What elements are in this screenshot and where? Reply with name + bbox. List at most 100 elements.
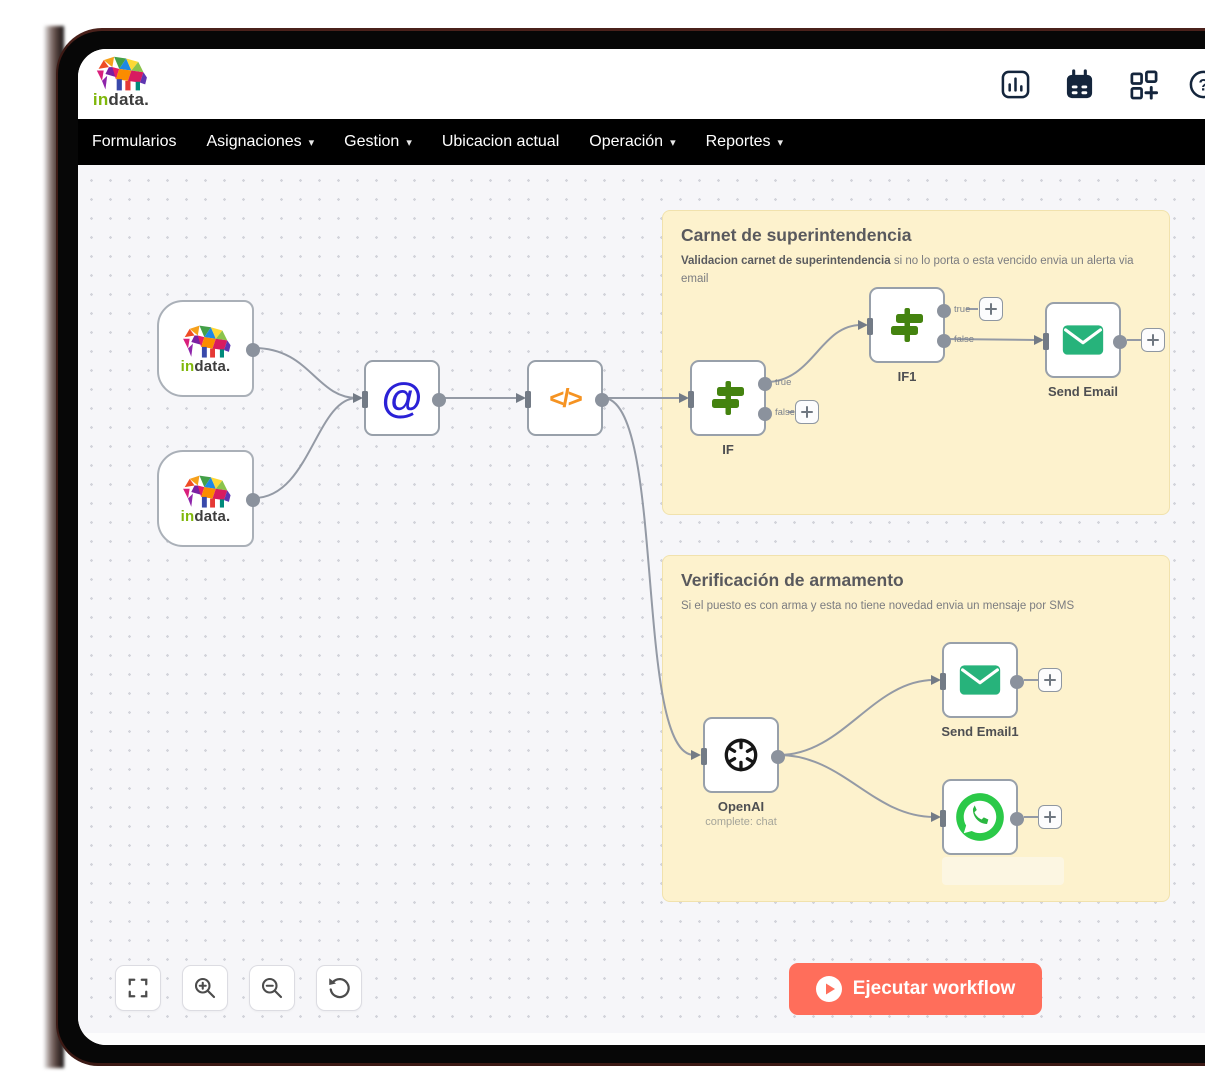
plus-icon — [1044, 811, 1056, 823]
calendar-icon[interactable] — [1064, 69, 1095, 100]
add-node-button[interactable] — [1038, 805, 1062, 829]
nav-item-operacion[interactable]: Operación▾ — [589, 133, 675, 151]
output-port[interactable] — [595, 393, 609, 407]
node-label-if: IF — [648, 442, 808, 457]
node-label-placeholder — [942, 857, 1064, 885]
node-label-if1: IF1 — [827, 369, 987, 384]
output-port[interactable] — [1113, 335, 1127, 349]
signpost-icon — [886, 304, 928, 346]
nav-item-reportes[interactable]: Reportes▾ — [706, 133, 783, 151]
chevron-down-icon: ▾ — [406, 136, 412, 149]
add-node-button[interactable] — [795, 400, 819, 424]
chevron-down-icon: ▾ — [670, 136, 676, 149]
add-node-button[interactable] — [1038, 668, 1062, 692]
output-port[interactable] — [771, 750, 785, 764]
elephant-logo-icon — [178, 324, 234, 360]
output-port-true[interactable] — [937, 304, 951, 318]
sticky-body: Validacion carnet de superintendencia si… — [681, 253, 1151, 289]
nav-item-ubicacion-actual[interactable]: Ubicacion actual — [442, 133, 559, 151]
code-icon: </> — [549, 383, 581, 414]
input-port[interactable] — [940, 810, 946, 827]
brand-logo: indata. — [86, 55, 156, 108]
port-label-true: true — [954, 304, 970, 315]
workflow-canvas[interactable]: Carnet de superintendencia Validacion ca… — [78, 165, 1205, 1033]
node-send-email1[interactable] — [942, 642, 1018, 718]
at-sign-icon: @ — [382, 377, 423, 419]
elephant-logo-icon — [92, 55, 150, 93]
nav-item-asignaciones[interactable]: Asignaciones▾ — [206, 133, 314, 151]
nav-item-gestion[interactable]: Gestion▾ — [344, 133, 412, 151]
trigger-wordmark: indata. — [181, 359, 231, 374]
input-port[interactable] — [940, 673, 946, 690]
main-nav: Formularios Asignaciones▾ Gestion▾ Ubica… — [78, 119, 1205, 165]
sticky-title: Carnet de superintendencia — [681, 225, 1151, 246]
node-if1[interactable] — [869, 287, 945, 363]
output-port-false[interactable] — [937, 334, 951, 348]
chevron-down-icon: ▾ — [309, 136, 315, 149]
output-port-true[interactable] — [758, 377, 772, 391]
input-port[interactable] — [867, 318, 873, 335]
brand-wordmark: indata. — [86, 91, 156, 108]
input-port[interactable] — [1043, 333, 1049, 350]
apps-add-icon[interactable] — [1128, 69, 1159, 100]
envelope-icon — [1061, 323, 1105, 357]
node-send-email[interactable] — [1045, 302, 1121, 378]
port-label-true: true — [775, 377, 791, 388]
input-port[interactable] — [688, 391, 694, 408]
node-label-send-email: Send Email — [1003, 384, 1163, 399]
run-workflow-button[interactable]: Ejecutar workflow — [789, 963, 1042, 1015]
app-screen: indata. ? — [78, 49, 1205, 1045]
help-icon[interactable]: ? — [1188, 69, 1205, 100]
add-node-button[interactable] — [979, 297, 1003, 321]
zoom-to-fit-button[interactable] — [115, 965, 161, 1011]
play-icon — [816, 976, 842, 1002]
app-header: indata. ? — [78, 49, 1205, 119]
node-sublabel-openai: complete: chat — [661, 816, 821, 828]
output-port[interactable] — [246, 343, 260, 357]
undo-rotate-icon — [327, 976, 351, 1000]
plus-icon — [1147, 334, 1159, 346]
nav-item-formularios[interactable]: Formularios — [92, 133, 176, 151]
node-indata-trigger-1[interactable]: indata. — [157, 300, 254, 397]
device-frame: indata. ? — [56, 28, 1205, 1066]
output-port[interactable] — [1010, 812, 1024, 826]
port-label-false: false — [954, 334, 974, 345]
chevron-down-icon: ▾ — [778, 136, 784, 149]
signpost-icon — [707, 377, 749, 419]
plus-icon — [801, 406, 813, 418]
output-port[interactable] — [432, 393, 446, 407]
input-port[interactable] — [525, 391, 531, 408]
fit-view-icon — [126, 976, 150, 1000]
node-label-openai: OpenAI — [661, 799, 821, 814]
node-indata-trigger-2[interactable]: indata. — [157, 450, 254, 547]
output-port[interactable] — [246, 493, 260, 507]
zoom-out-button[interactable] — [249, 965, 295, 1011]
node-whatsapp[interactable] — [942, 779, 1018, 855]
reset-view-button[interactable] — [316, 965, 362, 1011]
whatsapp-icon — [954, 791, 1006, 843]
node-if[interactable] — [690, 360, 766, 436]
node-label-send-email1: Send Email1 — [900, 724, 1060, 739]
input-port[interactable] — [701, 748, 707, 765]
node-email-read[interactable]: @ — [364, 360, 440, 436]
screen-bottom-strip — [78, 1033, 1205, 1045]
analytics-icon[interactable] — [1000, 69, 1031, 100]
svg-text:?: ? — [1198, 76, 1205, 94]
openai-icon — [719, 733, 763, 777]
plus-icon — [985, 303, 997, 315]
input-port[interactable] — [362, 391, 368, 408]
port-label-false: false — [775, 407, 795, 418]
trigger-wordmark: indata. — [181, 509, 231, 524]
sticky-body: Si el puesto es con arma y esta no tiene… — [681, 598, 1151, 616]
zoom-in-icon — [193, 976, 217, 1000]
output-port[interactable] — [1010, 675, 1024, 689]
node-code[interactable]: </> — [527, 360, 603, 436]
output-port-false[interactable] — [758, 407, 772, 421]
sticky-title: Verificación de armamento — [681, 570, 1151, 591]
envelope-icon — [958, 663, 1002, 697]
elephant-logo-icon — [178, 474, 234, 510]
node-openai[interactable] — [703, 717, 779, 793]
zoom-in-button[interactable] — [182, 965, 228, 1011]
zoom-out-icon — [260, 976, 284, 1000]
add-node-button[interactable] — [1141, 328, 1165, 352]
